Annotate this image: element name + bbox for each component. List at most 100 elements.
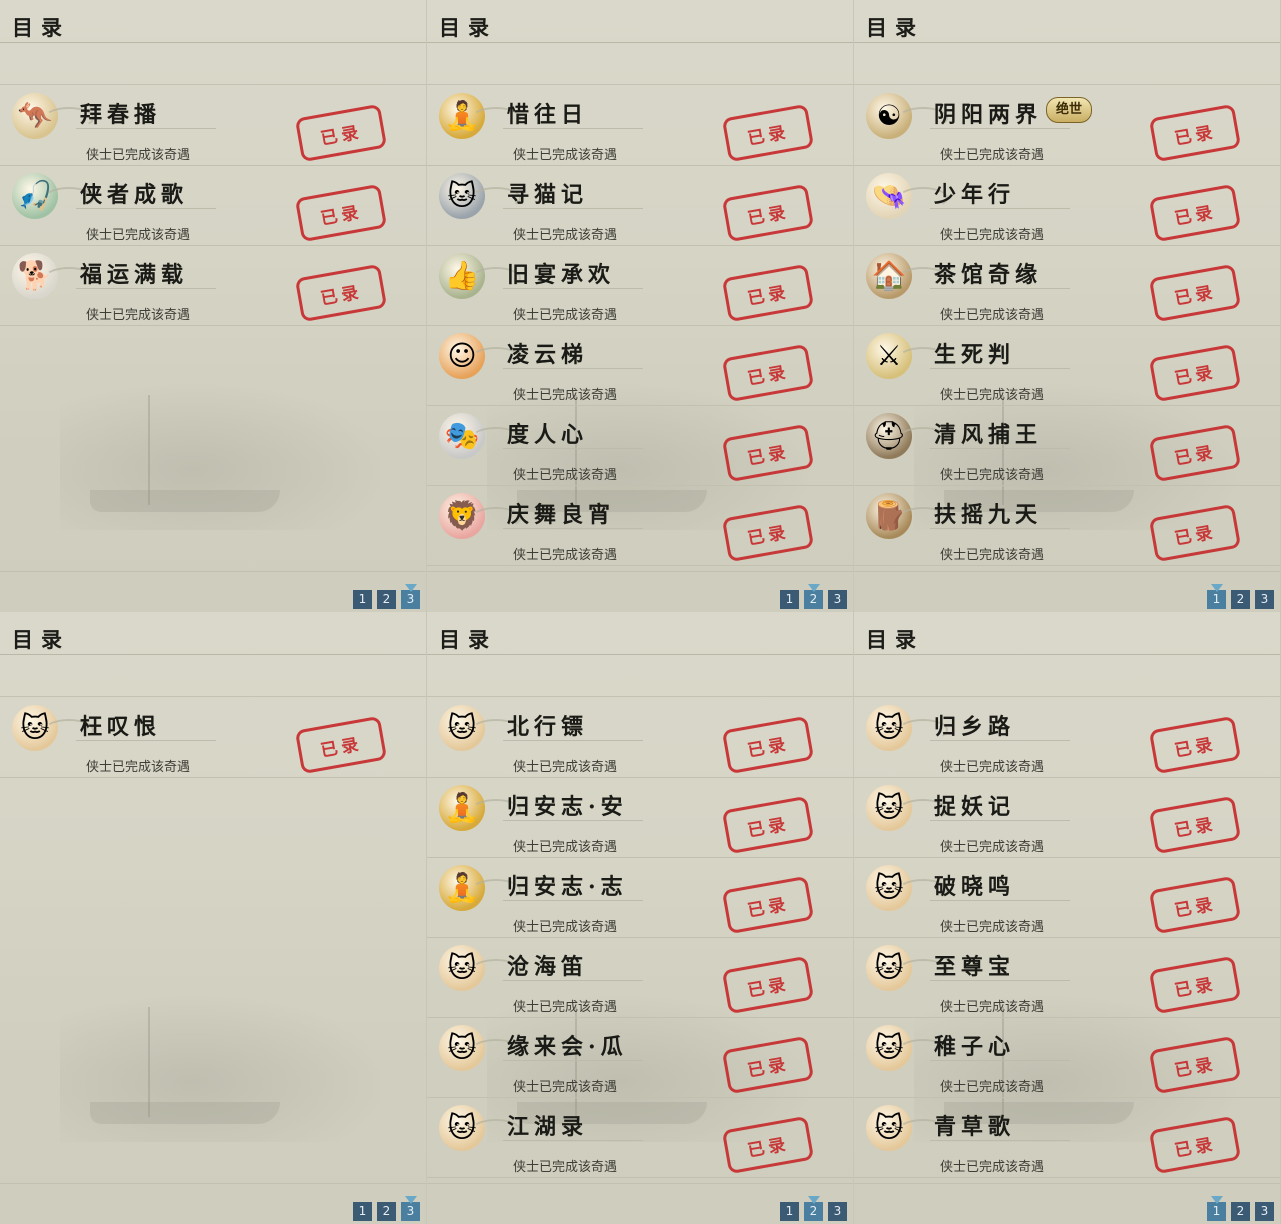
encounter-row[interactable]: 🧘 惜往日 侠士已完成该奇遇 已录: [427, 85, 853, 166]
rarity-badge: 绝世: [1046, 97, 1093, 123]
panel-title: 目录: [12, 627, 70, 652]
page-button-1[interactable]: 1: [353, 1202, 372, 1221]
name-underline: [930, 448, 1070, 449]
page-button-1[interactable]: 1: [1207, 1196, 1226, 1221]
encounter-row[interactable]: 🐱 寻猫记 侠士已完成该奇遇 已录: [427, 165, 853, 246]
recorded-seal-stamp: 已录: [294, 103, 388, 163]
current-page-marker-icon: [405, 584, 417, 592]
encounter-row[interactable]: 🪵 扶摇九天 侠士已完成该奇遇 已录: [854, 485, 1280, 566]
page-button-2[interactable]: 2: [377, 1202, 396, 1221]
page-button-1[interactable]: 1: [353, 590, 372, 609]
page-number: 3: [406, 1204, 415, 1218]
page-button-3[interactable]: 3: [1255, 1202, 1274, 1221]
encounter-row[interactable]: 🐕 福运满载 侠士已完成该奇遇 已录: [0, 245, 426, 326]
completion-status: 侠士已完成该奇遇: [513, 920, 618, 935]
name-underline: [930, 900, 1070, 901]
page-button-3[interactable]: 3: [401, 584, 420, 609]
page-number: 3: [1260, 592, 1269, 606]
encounter-row[interactable]: 🧘 归安志·志 侠士已完成该奇遇 已录: [427, 857, 853, 938]
completion-status: 侠士已完成该奇遇: [86, 760, 191, 775]
page-button-3[interactable]: 3: [401, 1196, 420, 1221]
encounter-row[interactable]: 🦘 拜春播 侠士已完成该奇遇 已录: [0, 85, 426, 166]
name-underline: [76, 128, 216, 129]
encounter-name: 凌云梯: [507, 342, 589, 368]
recorded-seal-stamp: 已录: [721, 955, 815, 1015]
name-underline: [930, 368, 1070, 369]
encounter-row[interactable]: 🧘 归安志·安 侠士已完成该奇遇 已录: [427, 777, 853, 858]
page-button-2[interactable]: 2: [377, 590, 396, 609]
panel-header: 目录: [427, 0, 853, 43]
encounter-name: 清风捕王: [934, 422, 1043, 448]
encounter-row[interactable]: ⛑ 清风捕王 侠士已完成该奇遇 已录: [854, 405, 1280, 486]
page-button-2[interactable]: 2: [1231, 590, 1250, 609]
page-button-2[interactable]: 2: [804, 584, 823, 609]
recorded-seal-stamp: 已录: [721, 715, 815, 775]
page-number: 1: [785, 1204, 794, 1218]
encounter-row[interactable]: 🐱 破晓鸣 侠士已完成该奇遇 已录: [854, 857, 1280, 938]
catalog-panel: 目录 🐱 枉叹恨 侠士已完成该奇遇 已录 1 2 3: [0, 612, 427, 1224]
pagination: 1 2 3: [353, 584, 420, 609]
page-button-1[interactable]: 1: [780, 1202, 799, 1221]
completion-status: 侠士已完成该奇遇: [513, 468, 618, 483]
encounter-row[interactable]: 🏠 茶馆奇缘 侠士已完成该奇遇 已录: [854, 245, 1280, 326]
encounter-row[interactable]: 🐱 归乡路 侠士已完成该奇遇 已录: [854, 697, 1280, 778]
encounter-name: 沧海笛: [507, 954, 589, 980]
panel-footer: 1 2 3: [427, 1183, 853, 1224]
name-underline: [930, 1060, 1070, 1061]
encounter-row[interactable]: 🐱 至尊宝 侠士已完成该奇遇 已录: [854, 937, 1280, 1018]
encounter-row[interactable]: ☯ 阴阳两界 绝世 侠士已完成该奇遇 已录: [854, 85, 1280, 166]
page-button-3[interactable]: 3: [1255, 590, 1274, 609]
encounter-row[interactable]: ⚔ 生死判 侠士已完成该奇遇 已录: [854, 325, 1280, 406]
page-number: 3: [833, 592, 842, 606]
encounter-row[interactable]: 🎣 侠者成歌 侠士已完成该奇遇 已录: [0, 165, 426, 246]
page-button-2[interactable]: 2: [804, 1196, 823, 1221]
current-page-marker-icon: [405, 1196, 417, 1204]
encounter-row[interactable]: ☺ 凌云梯 侠士已完成该奇遇 已录: [427, 325, 853, 406]
page-number: 2: [1236, 592, 1245, 606]
encounter-row[interactable]: 🐱 北行镖 侠士已完成该奇遇 已录: [427, 697, 853, 778]
encounter-row[interactable]: 🐱 沧海笛 侠士已完成该奇遇 已录: [427, 937, 853, 1018]
page-button-3[interactable]: 3: [828, 590, 847, 609]
panel-title: 目录: [12, 15, 70, 40]
completion-status: 侠士已完成该奇遇: [86, 148, 191, 163]
encounter-row[interactable]: 🐱 青草歌 侠士已完成该奇遇 已录: [854, 1097, 1280, 1178]
name-underline: [930, 528, 1070, 529]
name-underline: [503, 448, 643, 449]
encounter-row[interactable]: 🦁 庆舞良宵 侠士已完成该奇遇 已录: [427, 485, 853, 566]
recorded-seal-stamp: 已录: [721, 263, 815, 323]
page-button-2[interactable]: 2: [1231, 1202, 1250, 1221]
recorded-seal-stamp: 已录: [721, 795, 815, 855]
background-landscape-mast: [148, 395, 150, 505]
panel-title: 目录: [866, 15, 924, 40]
encounter-row[interactable]: 👍 旧宴承欢 侠士已完成该奇遇 已录: [427, 245, 853, 326]
name-underline: [930, 1140, 1070, 1141]
encounter-row[interactable]: 👒 少年行 侠士已完成该奇遇 已录: [854, 165, 1280, 246]
page-button-3[interactable]: 3: [828, 1202, 847, 1221]
recorded-seal-stamp: 已录: [1148, 103, 1242, 163]
encounter-row[interactable]: 🐱 稚子心 侠士已完成该奇遇 已录: [854, 1017, 1280, 1098]
page-button-1[interactable]: 1: [1207, 584, 1226, 609]
completion-status: 侠士已完成该奇遇: [513, 388, 618, 403]
recorded-seal-stamp: 已录: [1148, 875, 1242, 935]
pagination: 1 2 3: [353, 1196, 420, 1221]
encounter-row[interactable]: 🎭 度人心 侠士已完成该奇遇 已录: [427, 405, 853, 486]
completion-status: 侠士已完成该奇遇: [513, 1080, 618, 1095]
recorded-seal-stamp: 已录: [1148, 343, 1242, 403]
encounter-row[interactable]: 🐱 江湖录 侠士已完成该奇遇 已录: [427, 1097, 853, 1178]
encounter-name: 稚子心: [934, 1034, 1016, 1060]
recorded-seal-stamp: 已录: [721, 503, 815, 563]
name-underline: [930, 128, 1070, 129]
encounter-row[interactable]: 🐱 缘来会·瓜 侠士已完成该奇遇 已录: [427, 1017, 853, 1098]
page-button-1[interactable]: 1: [780, 590, 799, 609]
encounter-name: 侠者成歌: [80, 182, 189, 208]
encounter-row[interactable]: 🐱 枉叹恨 侠士已完成该奇遇 已录: [0, 697, 426, 778]
recorded-seal-stamp: 已录: [1148, 955, 1242, 1015]
page-number: 1: [1212, 1204, 1221, 1218]
completion-status: 侠士已完成该奇遇: [513, 228, 618, 243]
encounter-row[interactable]: 🐱 捉妖记 侠士已完成该奇遇 已录: [854, 777, 1280, 858]
encounter-name: 缘来会·瓜: [507, 1034, 628, 1060]
background-landscape-hull: [90, 490, 280, 512]
name-underline: [503, 528, 643, 529]
recorded-seal-stamp: 已录: [1148, 795, 1242, 855]
recorded-seal-stamp: 已录: [1148, 263, 1242, 323]
